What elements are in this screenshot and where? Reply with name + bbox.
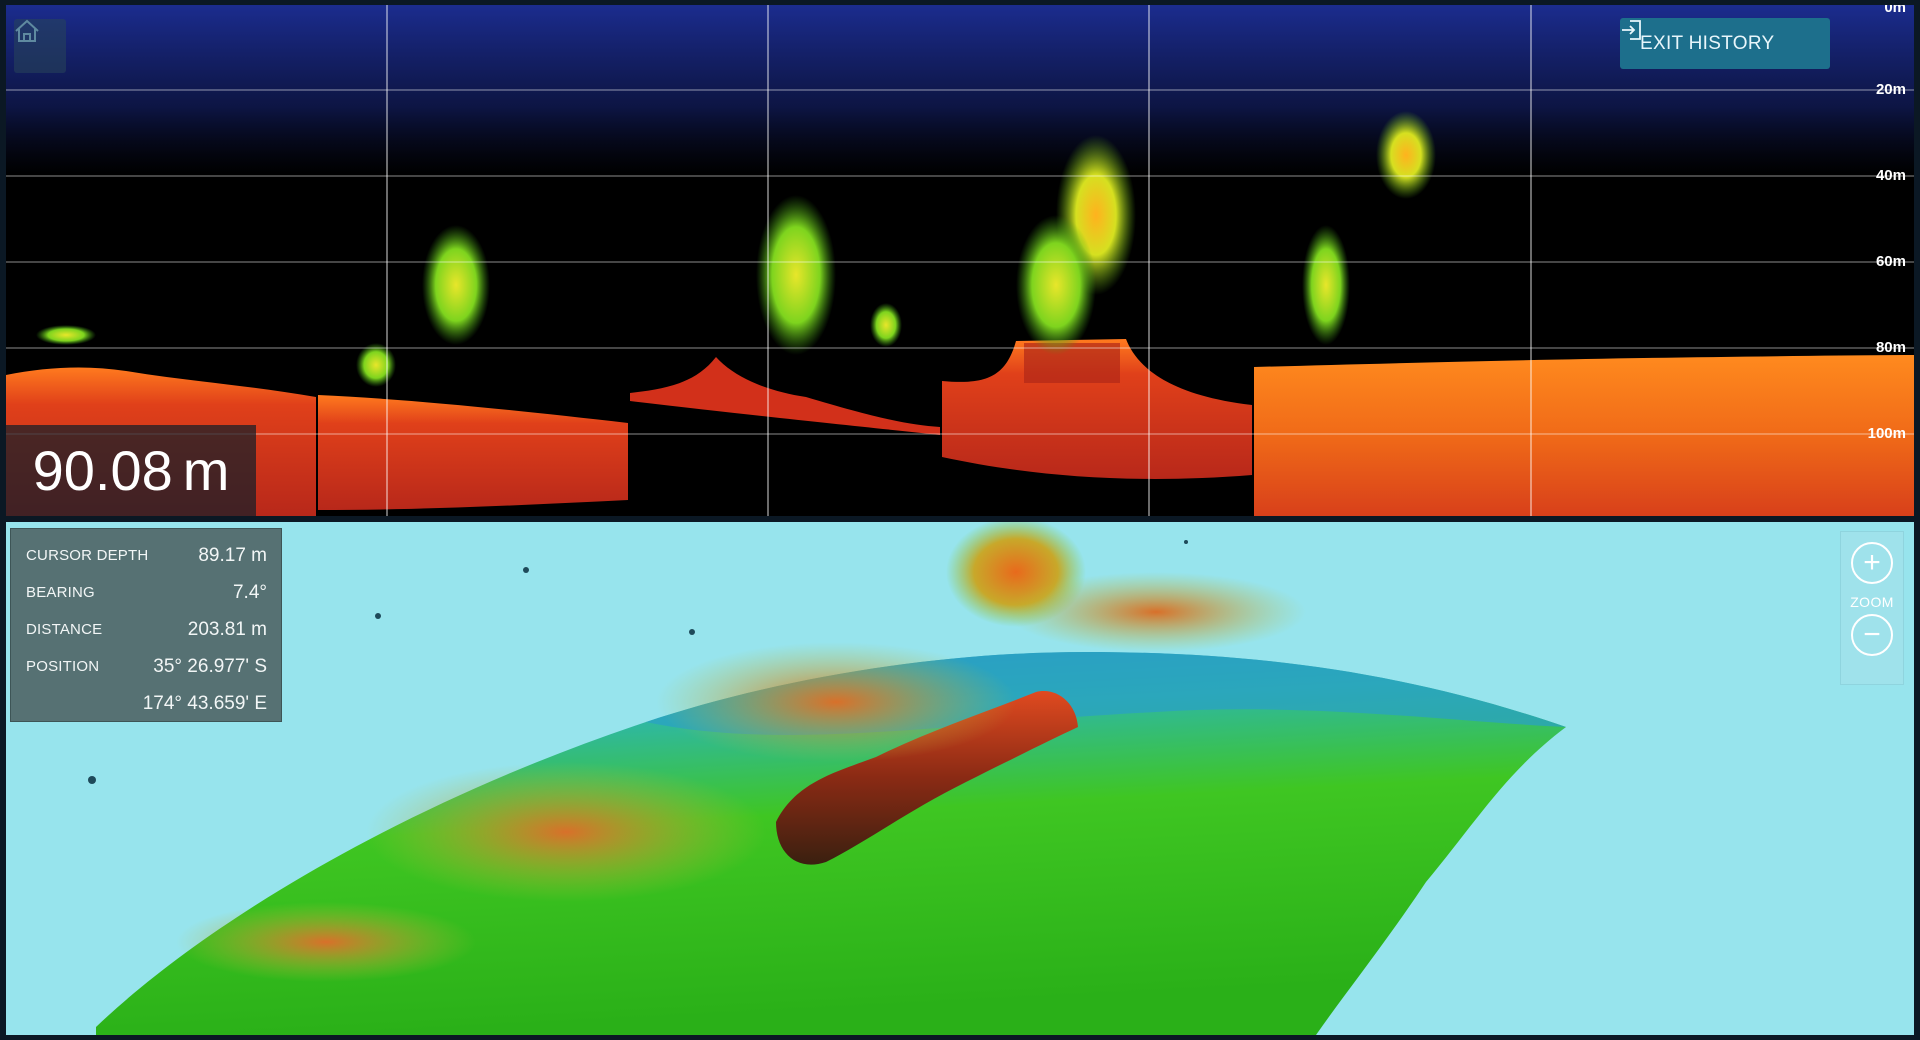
seabed-column-2 (318, 395, 628, 510)
fish-plume-edge (176, 902, 476, 982)
minus-icon: − (1863, 618, 1881, 651)
seabed-column-3 (630, 357, 940, 435)
position-longitude: 174° 43.659' E (142, 692, 267, 714)
plus-icon: + (1863, 546, 1881, 579)
info-row-distance: DISTANCE 203.81 m (26, 611, 267, 648)
depth-label-80: 80m (1875, 339, 1906, 356)
zoom-label: ZOOM (1850, 594, 1894, 610)
info-row-cursor-depth: CURSOR DEPTH 89.17 m (26, 537, 267, 574)
exit-history-label: EXIT HISTORY (1640, 32, 1775, 54)
app-frame: EXIT HISTORY 0m 20m 40m 60m 80m 100m 90.… (0, 0, 1920, 1040)
exit-icon (1622, 20, 1641, 40)
fish-plume-mid (656, 642, 1016, 762)
sonar-history-panel[interactable]: EXIT HISTORY 0m 20m 40m 60m 80m 100m 90.… (6, 5, 1914, 516)
fish-school-9 (36, 325, 96, 345)
position-latitude: 35° 26.977' S (153, 655, 267, 677)
fish-school-7 (1376, 111, 1436, 199)
zoom-in-button[interactable]: + (1851, 542, 1893, 584)
exit-history-button[interactable]: EXIT HISTORY (1620, 18, 1830, 69)
zoom-controls: + ZOOM − (1840, 531, 1904, 685)
cursor-depth-value: 89.17 m (198, 544, 267, 566)
fish-school-1 (422, 225, 490, 345)
cursor-depth-label: CURSOR DEPTH (26, 547, 149, 564)
current-depth-value: 90.08 (32, 439, 173, 502)
info-row-position-lon: 174° 43.659' E (26, 685, 267, 722)
bearing-label: BEARING (26, 584, 95, 601)
position-label: POSITION (26, 658, 100, 675)
zoom-out-button[interactable]: − (1851, 614, 1893, 656)
home-button[interactable] (14, 19, 66, 73)
fish-plume-trail (1006, 572, 1306, 652)
fish-school-2 (356, 343, 396, 387)
distance-value: 203.81 m (187, 618, 267, 640)
cursor-info-panel: CURSOR DEPTH 89.17 m BEARING 7.4° DISTAN… (10, 528, 282, 722)
current-depth-unit: m (182, 439, 230, 502)
info-row-bearing: BEARING 7.4° (26, 574, 267, 611)
fish-plume-lower (366, 762, 766, 902)
home-icon (15, 19, 39, 42)
seabed-column-5 (1254, 355, 1914, 516)
depth-label-0: 0m (1884, 5, 1906, 16)
depth-label-20: 20m (1875, 81, 1906, 98)
fish-school-8 (1302, 225, 1350, 345)
fish-school-6 (1016, 215, 1096, 355)
depth-label-60: 60m (1875, 253, 1906, 270)
depth-label-40: 40m (1875, 167, 1906, 184)
3d-terrain-scene[interactable] (6, 522, 1914, 1035)
info-row-position-lat: POSITION 35° 26.977' S (26, 648, 267, 685)
bearing-value: 7.4° (232, 581, 267, 603)
fish-school-4 (870, 303, 902, 347)
depth-label-100: 100m (1867, 425, 1906, 442)
current-depth-readout: 90.08 m (6, 425, 256, 516)
sonar-echogram[interactable] (6, 5, 1914, 516)
distance-label: DISTANCE (26, 621, 103, 638)
bathymetry-3d-view[interactable]: CURSOR DEPTH 89.17 m BEARING 7.4° DISTAN… (6, 522, 1914, 1035)
